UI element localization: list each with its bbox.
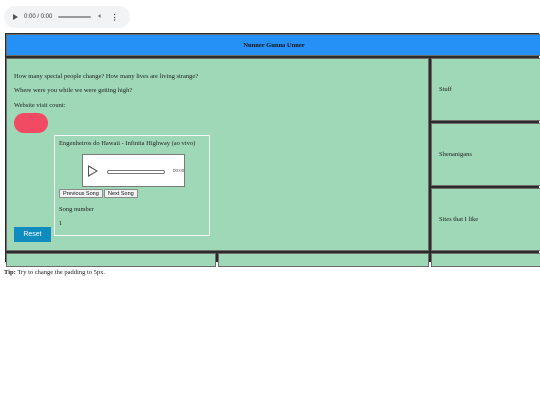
song-time: 00:00 [173, 168, 185, 173]
volume-icon[interactable]: 🔈︎ [98, 13, 102, 21]
play-icon[interactable] [13, 14, 18, 20]
tip-text: Tip: Try to change the padding to 5px. [4, 269, 105, 276]
question-text-2: Where were you while we were getting hig… [14, 87, 133, 94]
page-title: Nunner Gunna Unner [243, 41, 305, 49]
footer-cell-middle [218, 253, 429, 267]
layout-grid: Nunner Gunna Unner How many special peop… [5, 33, 540, 267]
song-number-value: 1 [59, 220, 63, 227]
sidebar-item-stuff[interactable]: Stuff [431, 58, 540, 121]
song-title: Engenheiros do Hawaii - Infinita Highway… [59, 140, 196, 147]
song-number-label: Song number [59, 206, 94, 213]
visit-count-label: Website visit count: [14, 102, 66, 109]
next-song-button[interactable]: Next Song [104, 189, 138, 198]
audio-player[interactable]: 0:00 / 0:00 🔈︎ ⋮ [4, 6, 130, 28]
sidebar-item-label: Shenanigans [439, 151, 472, 158]
sidebar-item-label: Stuff [439, 86, 452, 93]
audio-time: 0:00 / 0:00 [24, 14, 53, 20]
song-progress-slider[interactable] [107, 170, 165, 174]
page-header: Nunner Gunna Unner [6, 34, 540, 56]
previous-song-button[interactable]: Previous Song [59, 189, 103, 198]
reset-button[interactable]: Reset [14, 227, 51, 242]
tip-label: Tip: [4, 269, 16, 276]
song-player-box: Engenheiros do Hawaii - Infinita Highway… [54, 135, 210, 236]
question-text-1: How many special people change? How many… [14, 73, 199, 80]
audio-progress-slider[interactable] [58, 16, 92, 18]
sidebar-item-sites[interactable]: Sites that I like [431, 188, 540, 251]
play-icon[interactable] [88, 165, 98, 177]
footer-cell-right [431, 253, 540, 267]
visit-count-button[interactable] [14, 113, 48, 133]
sidebar-item-label: Sites that I like [439, 216, 479, 223]
tip-body: Try to change the padding to 5px. [15, 269, 106, 276]
footer-cell-left [6, 253, 216, 267]
main-content: How many special people change? How many… [6, 58, 429, 251]
song-audio-player[interactable]: 00:00 [82, 154, 185, 187]
sidebar-item-shenanigans[interactable]: Shenanigans [431, 123, 540, 186]
more-options-icon[interactable]: ⋮ [111, 13, 119, 22]
